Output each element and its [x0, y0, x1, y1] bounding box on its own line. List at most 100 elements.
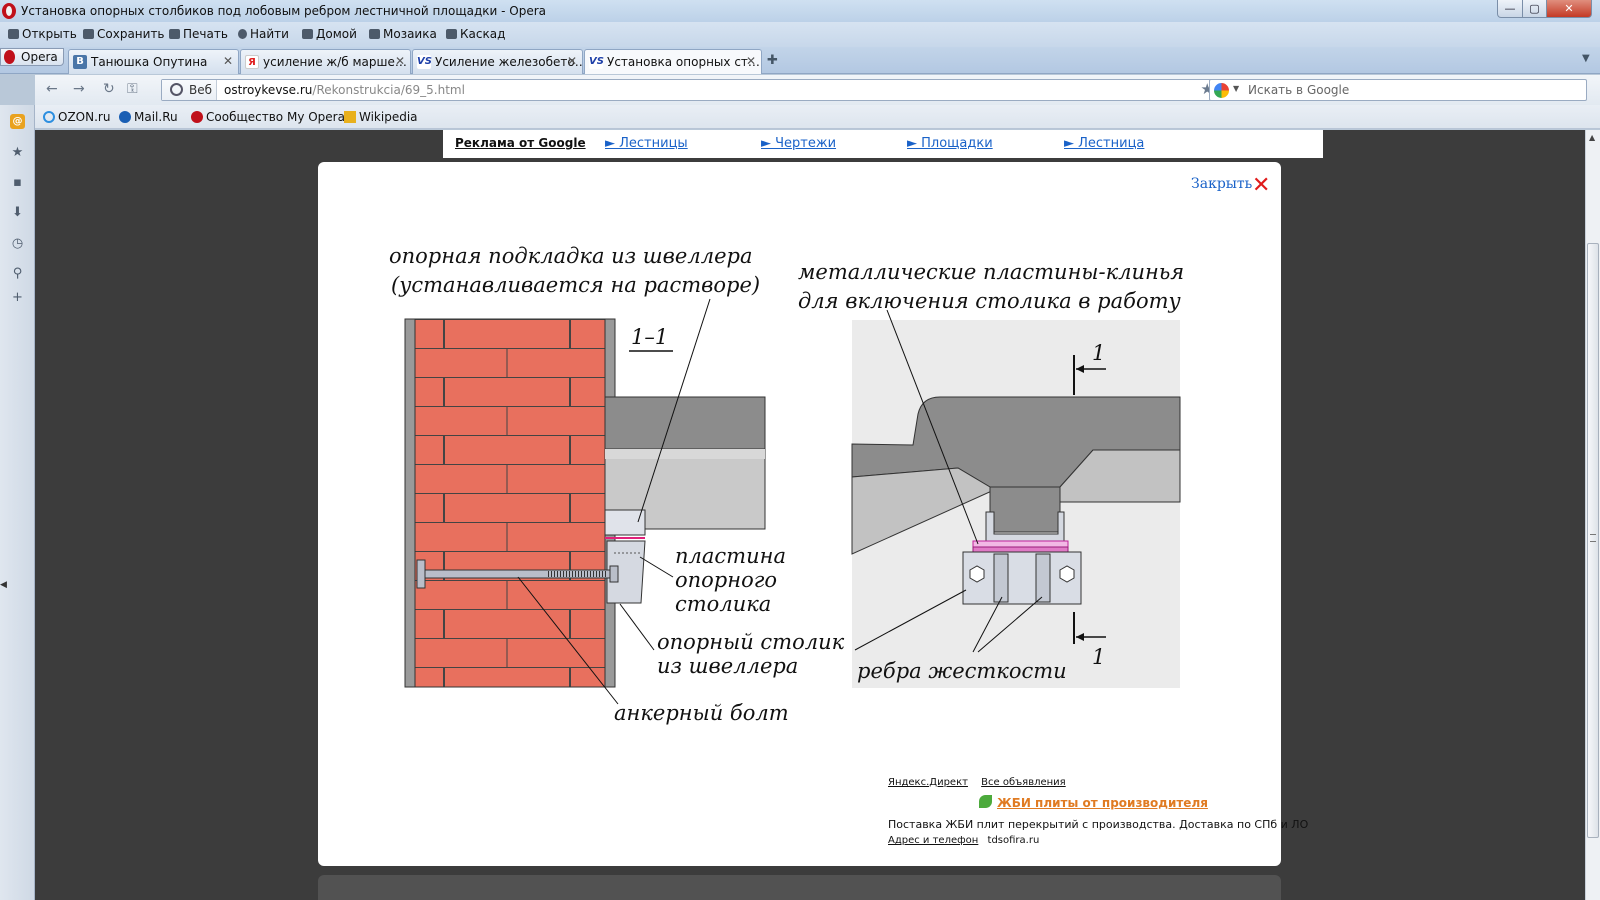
- menu-find[interactable]: Найти: [238, 27, 289, 41]
- close-window-button[interactable]: ✕: [1546, 0, 1592, 18]
- stiffener-rib-left: [993, 553, 1009, 603]
- menu-open[interactable]: Открыть: [8, 27, 77, 41]
- add-panel-icon[interactable]: +: [10, 290, 25, 305]
- close-link[interactable]: Закрыть: [1191, 176, 1252, 192]
- scroll-thumb[interactable]: [1587, 243, 1599, 838]
- label-support-table-line2: из швеллера: [657, 654, 798, 678]
- menu-tile[interactable]: Мозаика: [369, 27, 437, 41]
- key-icon[interactable]: ⚿: [127, 81, 138, 97]
- close-tab-icon[interactable]: ✕: [746, 54, 756, 68]
- forward-icon[interactable]: →: [73, 81, 85, 97]
- wedge-plate-lower: [972, 546, 1069, 553]
- wedge-plate-upper: [972, 540, 1069, 548]
- web-label: Веб: [189, 83, 213, 97]
- ad-description: Поставка ЖБИ плит перекрытий с производс…: [888, 818, 1309, 831]
- menu-save-label: Сохранить: [97, 27, 165, 41]
- bookmark-ozon[interactable]: OZON.ru: [43, 110, 110, 124]
- image-lightbox: Закрыть ✕ 1–1 1 1 опорная подкладка из ш…: [318, 162, 1308, 866]
- opera-icon: [191, 111, 203, 123]
- label-support-pad: опорная подкладка из швеллера: [389, 244, 752, 268]
- notes-icon[interactable]: ▪: [10, 175, 25, 190]
- menu-home[interactable]: Домой: [302, 27, 357, 41]
- menu-save[interactable]: Сохранить: [83, 27, 165, 41]
- ads-by-google-label[interactable]: Реклама от Google: [455, 136, 586, 150]
- tab-label: Установка опорных ст…: [607, 55, 760, 69]
- ad-link-stairs[interactable]: ► Лестницы: [605, 136, 688, 151]
- page-bottom-strip: [318, 875, 1281, 900]
- support-pad: [604, 509, 646, 536]
- bookmarks-star-icon[interactable]: ★: [10, 145, 25, 160]
- maximize-button[interactable]: ▢: [1522, 0, 1547, 18]
- menu-open-label: Открыть: [22, 27, 77, 41]
- home-icon: [302, 29, 313, 39]
- bookmark-my-opera[interactable]: Сообщество My Opera: [191, 110, 345, 124]
- minimize-button[interactable]: —: [1497, 0, 1523, 18]
- collapse-panel-icon[interactable]: ◀: [0, 580, 7, 590]
- landing-slab: [604, 396, 766, 450]
- address-field[interactable]: Веб ostroykevse.ru/Rekonstrukcia/69_5.ht…: [161, 79, 1219, 101]
- ad-link-landings[interactable]: ► Площадки: [907, 136, 993, 151]
- ad-link-staircase[interactable]: ► Лестница: [1064, 136, 1144, 151]
- label-support-table: опорный столик: [657, 630, 845, 654]
- label-plate: пластина: [675, 544, 786, 568]
- web-security-badge[interactable]: Веб: [162, 80, 217, 100]
- stiffener-rib-right: [1035, 553, 1051, 603]
- menu-print[interactable]: Печать: [169, 27, 228, 41]
- magnifier-icon: [238, 29, 247, 39]
- label-plate-line2: опорного: [675, 568, 777, 592]
- browser-window: Установка опорных столбиков под лобовым …: [0, 0, 1600, 900]
- leader-table: [619, 603, 655, 651]
- menu-cascade-label: Каскад: [460, 27, 506, 41]
- tab-bar: Opera В Танюшка Опутина ✕ Я усиление ж/б…: [0, 47, 1600, 74]
- ozon-icon: [43, 111, 55, 123]
- structural-drawing: 1–1 1 1 опорная подкладка из швеллера (у…: [389, 244, 1184, 725]
- history-clock-icon[interactable]: ◷: [10, 236, 25, 251]
- opera-menu-button[interactable]: Opera: [0, 48, 64, 66]
- ad-title-link[interactable]: ЖБИ плиты от производителя: [997, 796, 1208, 810]
- search-input[interactable]: ▼ Искать в Google: [1209, 79, 1587, 101]
- downloads-icon[interactable]: ⬇: [10, 205, 25, 220]
- tab-menu-chevron-icon[interactable]: ▼: [1582, 53, 1590, 64]
- url-path: /Rekonstrukcia/69_5.html: [312, 83, 465, 97]
- bookmark-mailru[interactable]: Mail.Ru: [119, 110, 178, 124]
- search-panel-icon[interactable]: ⚲: [10, 266, 25, 281]
- window-title: Установка опорных столбиков под лобовым …: [21, 4, 547, 18]
- mail-icon[interactable]: @: [10, 114, 25, 129]
- menu-cascade[interactable]: Каскад: [446, 27, 505, 41]
- bolt-nut: [609, 565, 619, 583]
- brick-wall: [414, 318, 606, 688]
- tab-label: Танюшка Опутина: [91, 55, 208, 69]
- yandex-direct-link[interactable]: Яндекс.Директ: [888, 777, 968, 788]
- new-tab-icon[interactable]: ✚: [767, 53, 778, 68]
- bookmark-wikipedia[interactable]: Wikipedia: [344, 110, 418, 124]
- reload-icon[interactable]: ↻: [103, 81, 115, 97]
- close-icon[interactable]: ✕: [1252, 175, 1270, 197]
- close-tab-icon[interactable]: ✕: [395, 54, 405, 68]
- tab-reinforcement[interactable]: VS Усиление железобето… ✕: [412, 49, 583, 74]
- tab-yandex[interactable]: Я усиление ж/б марше… ✕: [240, 49, 411, 74]
- close-tab-icon[interactable]: ✕: [567, 54, 577, 68]
- globe-icon: [170, 83, 183, 96]
- label-plate-line3: столика: [675, 592, 771, 616]
- ad-footer: Адрес и телефон tdsofira.ru: [888, 835, 1039, 846]
- vk-icon: В: [73, 55, 87, 69]
- tab-installation[interactable]: VS Установка опорных ст… ✕: [584, 49, 762, 74]
- tab-vk[interactable]: В Танюшка Опутина ✕: [68, 49, 239, 74]
- contact-link[interactable]: Адрес и телефон: [888, 835, 978, 846]
- direct-header: Яндекс.Директ Все объявления: [888, 777, 1076, 788]
- vertical-scrollbar[interactable]: ▲: [1585, 130, 1600, 900]
- front-rib: [989, 486, 1061, 533]
- ad-link-drawings[interactable]: ► Чертежи: [761, 136, 836, 151]
- star-icon: [344, 111, 356, 123]
- menu-bar: Открыть Сохранить Печать Найти Домой Моз…: [0, 22, 1600, 47]
- google-icon[interactable]: [1214, 83, 1229, 98]
- menu-tile-label: Мозаика: [383, 27, 437, 41]
- all-ads-link[interactable]: Все объявления: [981, 777, 1066, 788]
- close-tab-icon[interactable]: ✕: [223, 54, 233, 68]
- scroll-up-icon[interactable]: ▲: [1589, 133, 1595, 142]
- yandex-icon: Я: [245, 55, 259, 69]
- search-engine-dropdown-icon[interactable]: ▼: [1233, 84, 1239, 93]
- back-icon[interactable]: ←: [46, 81, 58, 97]
- vs-icon: VS: [589, 55, 604, 69]
- url-text[interactable]: ostroykevse.ru/Rekonstrukcia/69_5.html: [224, 83, 465, 97]
